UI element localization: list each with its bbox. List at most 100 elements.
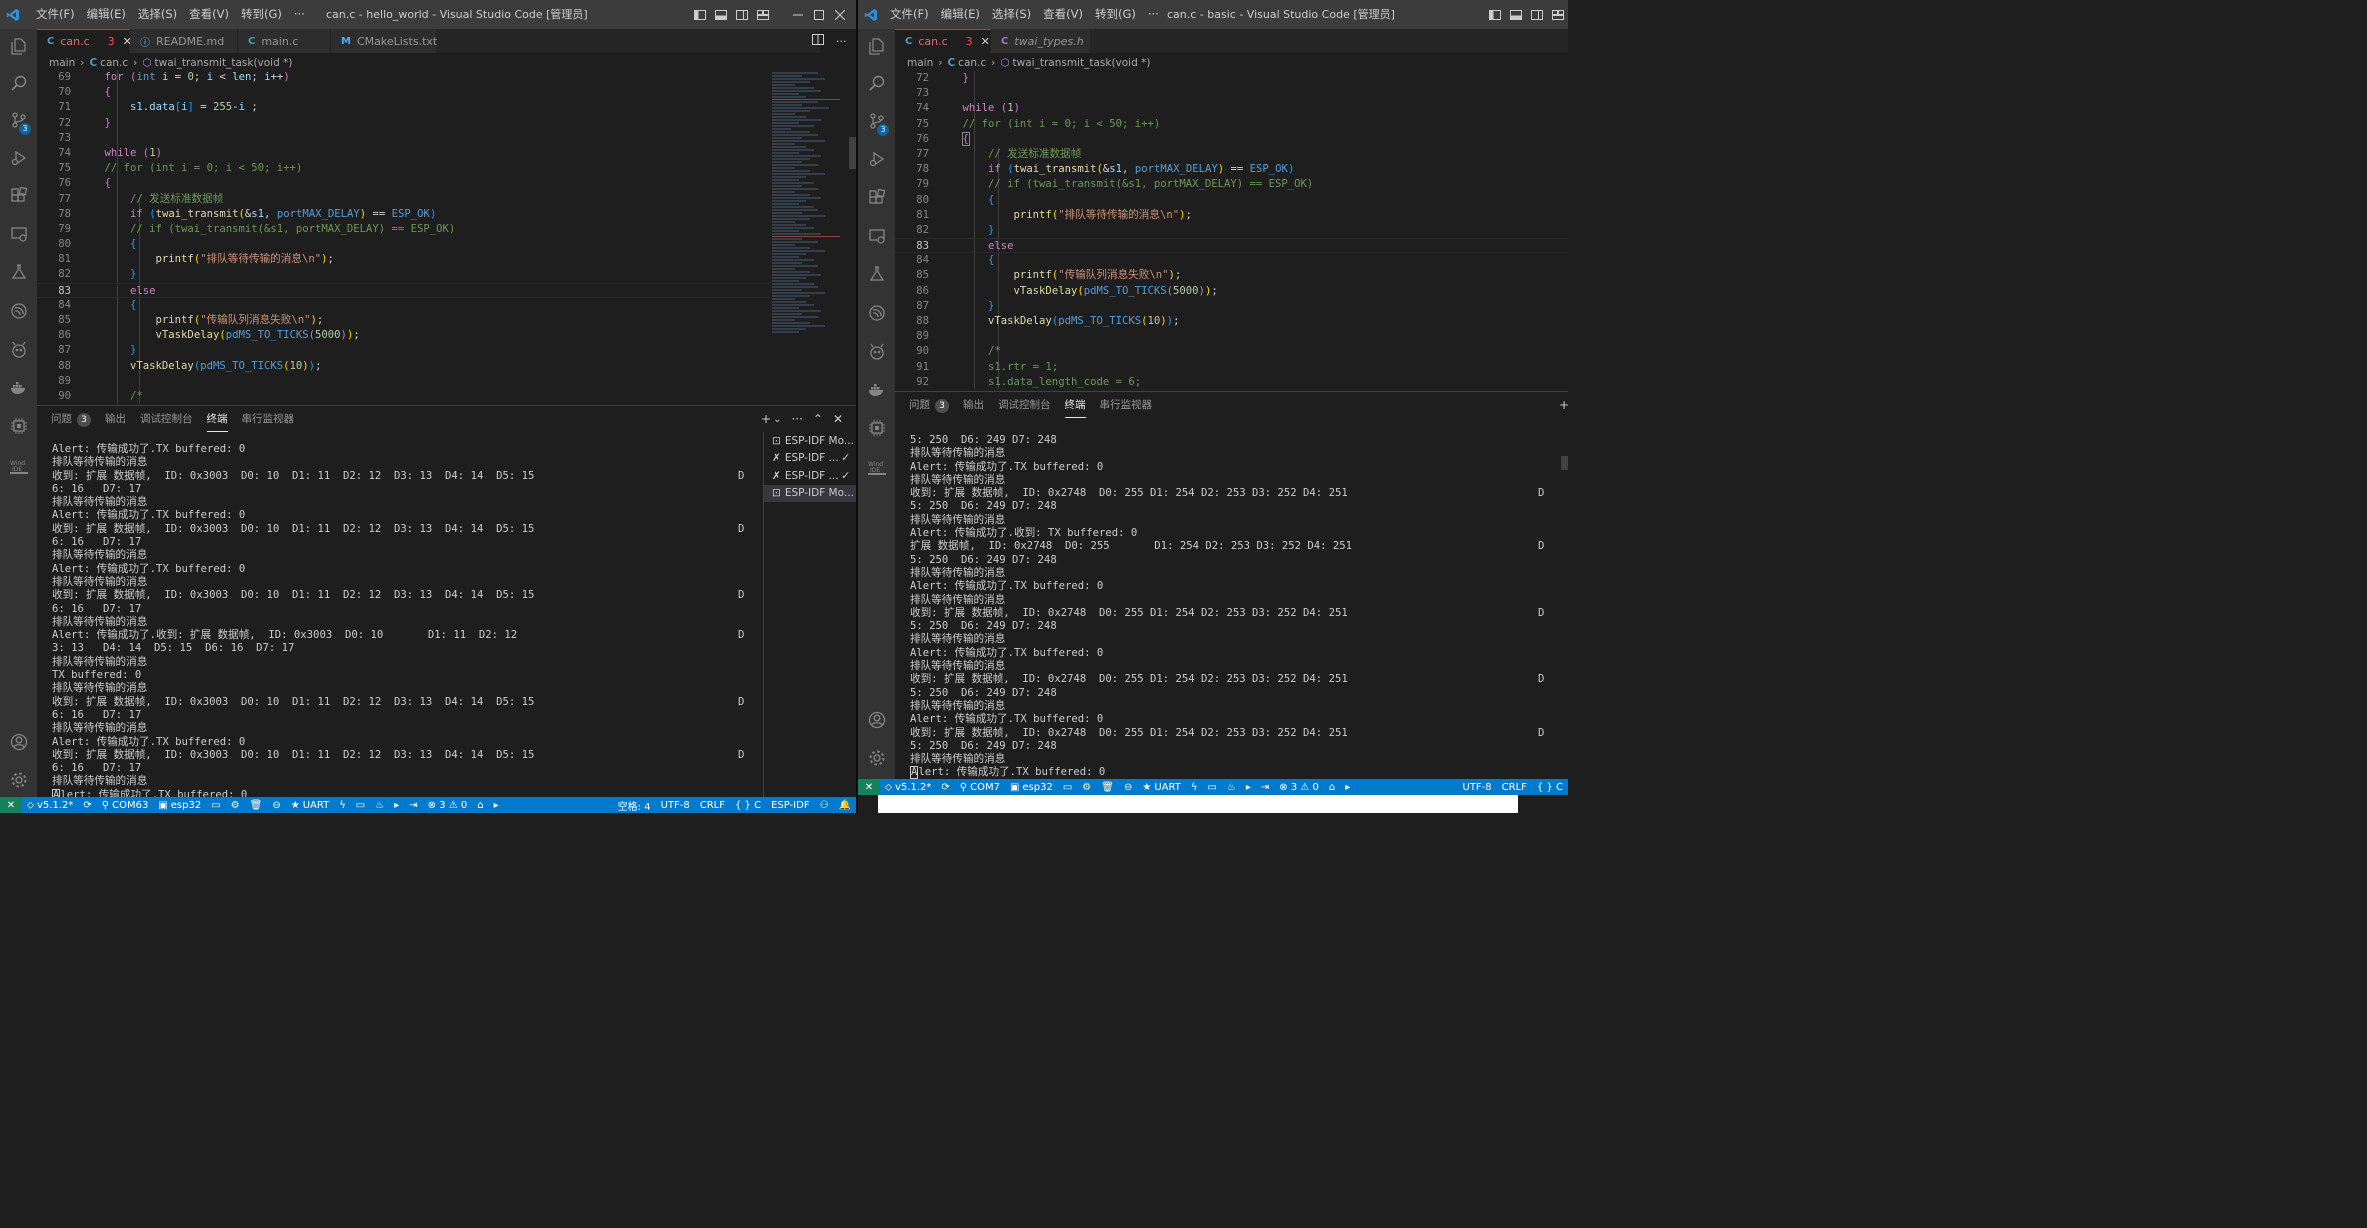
idf-version[interactable]: ⬦ v5.1.2* — [22, 800, 78, 811]
new-terminal-icon[interactable]: + — [761, 412, 771, 426]
serial-port[interactable]: ⚲ COM7 — [955, 782, 1005, 793]
split-editor-icon[interactable] — [812, 34, 824, 48]
indentation[interactable]: 空格: 4 — [613, 798, 656, 813]
panel-tab-serial-monitor[interactable]: 串行监视器 — [242, 406, 295, 432]
panel-tab-debug-console[interactable]: 调试控制台 — [140, 406, 193, 432]
toggle-panel-icon[interactable] — [710, 0, 731, 29]
menu-view[interactable]: 查看(V) — [183, 0, 235, 29]
panel-tab-output[interactable]: 输出 — [963, 392, 984, 418]
menu-selection[interactable]: 选择(S) — [986, 0, 1037, 29]
terminal-instance[interactable]: ✗ ESP-IDF ... ✓ — [764, 450, 856, 468]
docker-icon[interactable] — [858, 373, 895, 407]
terminal-icon[interactable]: ▸ — [389, 800, 404, 811]
debug-icon[interactable]: ⇥ — [404, 800, 422, 811]
minimap[interactable] — [772, 72, 848, 402]
language-mode[interactable]: { } C — [1532, 782, 1568, 793]
breadcrumb-symbol[interactable]: twai_transmit_task(void *) — [1013, 57, 1151, 69]
espressif-icon[interactable] — [858, 296, 895, 330]
encoding[interactable]: UTF-8 — [656, 798, 695, 813]
open-folder-icon[interactable]: ▭ — [206, 800, 225, 811]
terminal-instance-active[interactable]: ⊡ ESP-IDF Mo... — [764, 484, 856, 502]
settings-gear-icon[interactable] — [0, 763, 37, 797]
tab-main-c[interactable]: C main.c — [238, 29, 331, 53]
new-terminal-icon[interactable]: + — [1559, 398, 1568, 412]
panel-more-icon[interactable]: ··· — [791, 412, 802, 426]
testing-icon[interactable] — [0, 255, 37, 289]
remote-indicator[interactable]: ✕ — [858, 779, 880, 795]
terminal-output[interactable]: 5: 250 D6: 249 D7: 248 排队等待传输的消息 Alert: … — [910, 434, 1560, 780]
remote-explorer-icon[interactable] — [858, 219, 895, 253]
terminal-icon[interactable]: ▸ — [1340, 782, 1355, 793]
toggle-panel-icon[interactable] — [1505, 0, 1526, 29]
editor-scrollbar[interactable] — [849, 137, 856, 169]
close-window-icon[interactable] — [829, 0, 850, 29]
search-icon[interactable] — [0, 66, 37, 100]
minimize-icon[interactable] — [787, 0, 808, 29]
panel-tab-terminal[interactable]: 终端 — [206, 406, 228, 432]
sync-icon[interactable]: ⟳ — [936, 782, 954, 793]
flash-method[interactable]: ★ UART — [286, 800, 334, 811]
accounts-icon[interactable] — [0, 725, 37, 759]
open-folder-icon[interactable]: ▭ — [1058, 782, 1077, 793]
breadcrumb-symbol[interactable]: twai_transmit_task(void *) — [155, 57, 293, 69]
breadcrumb-file[interactable]: can.c — [958, 57, 986, 69]
panel-tab-serial-monitor[interactable]: 串行监视器 — [1100, 392, 1153, 418]
settings-icon[interactable]: ⚙ — [226, 800, 245, 811]
accounts-icon[interactable] — [858, 703, 895, 737]
menu-selection[interactable]: 选择(S) — [132, 0, 183, 29]
run-debug-icon[interactable] — [0, 141, 37, 175]
menu-edit[interactable]: 编辑(E) — [935, 0, 986, 29]
docker-icon[interactable] — [0, 371, 37, 405]
close-tab-icon[interactable]: ✕ — [981, 35, 990, 48]
idf-version[interactable]: ⬦ v5.1.2* — [880, 782, 936, 793]
flame-icon[interactable]: ♨ — [370, 800, 389, 811]
menu-more[interactable]: ··· — [288, 0, 311, 29]
chip-icon[interactable] — [0, 409, 37, 443]
line-ending[interactable]: CRLF — [1497, 782, 1532, 793]
home-icon[interactable]: ⌂ — [1324, 782, 1340, 793]
panel-tab-problems[interactable]: 问题 3 — [909, 392, 949, 418]
menu-file[interactable]: 文件(F) — [884, 0, 935, 29]
settings-icon[interactable]: ⚙ — [1077, 782, 1096, 793]
sync-icon[interactable]: ⟳ — [78, 800, 96, 811]
serial-port[interactable]: ⚲ COM63 — [97, 800, 154, 811]
toggle-secondary-sidebar-icon[interactable] — [731, 0, 752, 29]
home-icon[interactable]: ⌂ — [472, 800, 488, 811]
terminal-output[interactable]: Alert: 传输成功了.TX buffered: 0 排队等待传输的消息 收到… — [52, 443, 764, 799]
code-editor[interactable]: 69 for (int i = 0; i < len; i++) 70 { 71… — [37, 70, 770, 404]
remote-explorer-icon[interactable] — [0, 217, 37, 251]
platformio-alien-icon[interactable] — [858, 335, 895, 369]
tab-can-c[interactable]: C can.c 3 ✕ — [895, 29, 991, 53]
terminal-icon[interactable]: ▸ — [489, 800, 504, 811]
panel-tab-output[interactable]: 输出 — [105, 406, 126, 432]
line-ending[interactable]: CRLF — [695, 798, 730, 813]
flame-icon[interactable]: ♨ — [1222, 782, 1241, 793]
search-icon[interactable] — [858, 66, 895, 100]
breadcrumb-file[interactable]: can.c — [100, 57, 128, 69]
tab-twai-types-h[interactable]: C twai_types.h — [991, 29, 1091, 53]
espressif-icon[interactable] — [0, 294, 37, 328]
terminal-icon[interactable]: ▸ — [1241, 782, 1256, 793]
wind-ide-icon[interactable]: Wind IDE — [0, 449, 37, 483]
menu-go[interactable]: 转到(G) — [235, 0, 288, 29]
menu-edit[interactable]: 编辑(E) — [81, 0, 132, 29]
chip-icon[interactable] — [858, 411, 895, 445]
problems-status[interactable]: ⊗ 3 ⚠ 0 — [423, 800, 473, 811]
extensions-icon[interactable] — [858, 181, 895, 215]
tab-readme-md[interactable]: ⓘ README.md — [130, 29, 238, 53]
maximize-icon[interactable] — [808, 0, 829, 29]
maximize-panel-icon[interactable]: ⌃ — [813, 412, 823, 426]
customize-layout-icon[interactable] — [1547, 0, 1568, 29]
menu-more[interactable]: ··· — [1142, 0, 1165, 29]
toggle-secondary-sidebar-icon[interactable] — [1526, 0, 1547, 29]
monitor-icon[interactable]: ▭ — [1202, 782, 1221, 793]
toggle-sidebar-icon[interactable] — [1484, 0, 1505, 29]
terminal-scrollbar[interactable] — [1561, 456, 1568, 470]
terminal-dropdown-icon[interactable]: ⌄ — [773, 414, 781, 425]
settings-gear-icon[interactable] — [858, 741, 895, 775]
panel-tab-problems[interactable]: 问题 3 — [51, 406, 91, 432]
target-chip[interactable]: ▣ esp32 — [153, 800, 206, 811]
monitor-icon[interactable]: ▭ — [351, 800, 370, 811]
explorer-icon[interactable] — [858, 29, 895, 63]
menu-file[interactable]: 文件(F) — [30, 0, 81, 29]
